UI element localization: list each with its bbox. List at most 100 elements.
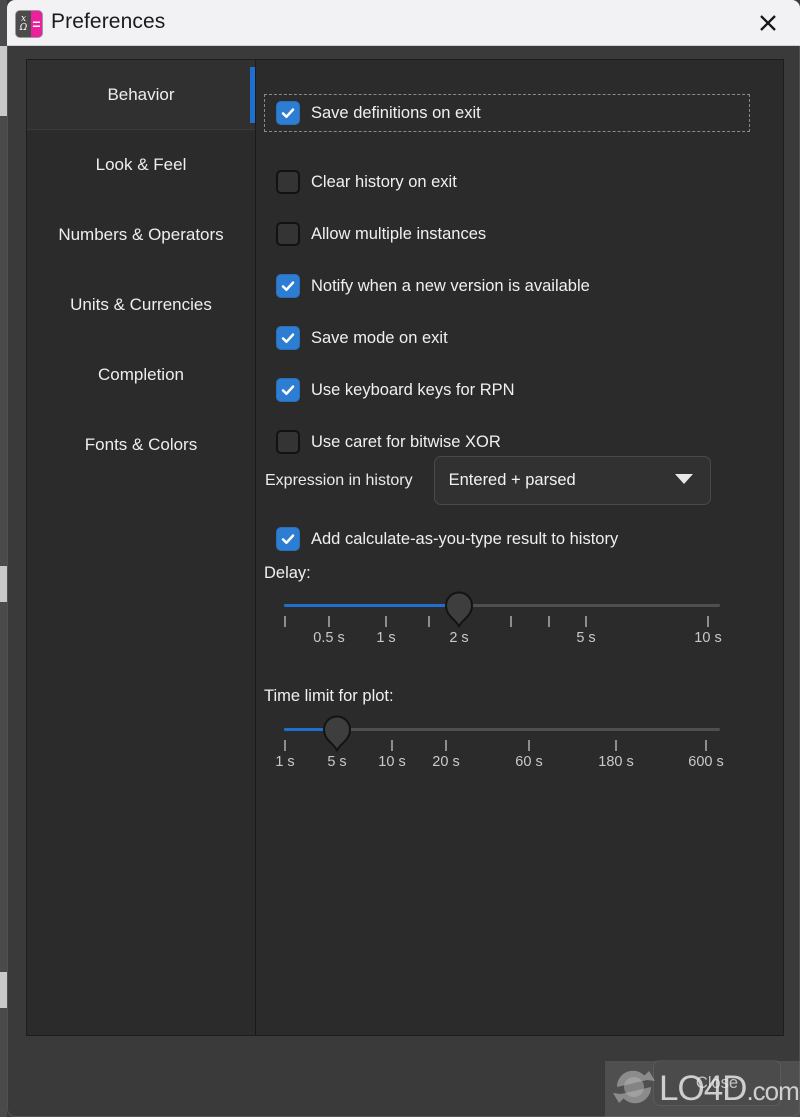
checkbox-row-save-mode-on-exit[interactable]: Save mode on exit	[276, 321, 448, 355]
sidebar-item-label: Fonts & Colors	[84, 434, 198, 454]
delay-slider-tick	[328, 616, 330, 627]
checkbox-row-notify-new-version[interactable]: Notify when a new version is available	[276, 269, 590, 303]
sidebar-item-numbers-and-operators[interactable]: Numbers & Operators	[27, 200, 255, 270]
window-title: Preferences	[51, 10, 166, 33]
sidebar-item-label: Numbers & Operators	[58, 224, 224, 244]
plot-slider-tick	[705, 740, 707, 751]
plot-slider-tick	[284, 740, 286, 751]
slider-pin-icon	[444, 591, 474, 628]
plot-slider-tick	[391, 740, 393, 751]
checkbox-add-catt-result-to-history[interactable]	[276, 527, 300, 551]
checkbox-row-keyboard-keys-rpn[interactable]: Use keyboard keys for RPN	[276, 373, 515, 407]
sidebar-item-units-and-currencies[interactable]: Units & Currencies	[27, 270, 255, 340]
checkbox-label: Allow multiple instances	[311, 224, 487, 243]
plot-slider-tick-label: 10 s	[378, 754, 406, 770]
checkbox-label: Use caret for bitwise XOR	[311, 432, 501, 451]
chevron-down-icon	[674, 472, 694, 490]
checkbox-save-mode-on-exit[interactable]	[276, 326, 300, 350]
sidebar-item-fonts-and-colors[interactable]: Fonts & Colors	[27, 410, 255, 480]
checkmark-icon	[281, 534, 295, 545]
behavior-settings-content: Save definitions on exit Clear history o…	[256, 60, 783, 1035]
checkbox-label: Notify when a new version is available	[311, 276, 590, 295]
checkmark-icon	[281, 385, 295, 396]
plot-slider-tick-label: 60 s	[515, 754, 543, 770]
checkmark-icon	[281, 281, 295, 292]
plot-slider-tick	[445, 740, 447, 751]
delay-slider-tick-label: 2 s	[449, 630, 469, 646]
expression-in-history-select[interactable]: Entered + parsed	[433, 456, 711, 505]
delay-slider-tick	[510, 616, 512, 627]
delay-slider-handle[interactable]	[444, 590, 474, 628]
window-edge-notch	[0, 46, 7, 116]
delay-slider-track[interactable]	[284, 604, 720, 607]
delay-slider-tick-label: 5 s	[576, 630, 596, 646]
delay-slider-tick	[548, 616, 550, 627]
window-edge-notch	[0, 972, 7, 1008]
plot-slider-tick-label: 1 s	[275, 754, 295, 770]
checkbox-allow-multiple-instances[interactable]	[276, 222, 300, 246]
sidebar-item-look-and-feel[interactable]: Look & Feel	[27, 130, 255, 200]
window-edge-notch	[0, 566, 7, 602]
checkbox-label: Clear history on exit	[311, 172, 457, 191]
checkbox-label: Add calculate-as-you-type result to hist…	[311, 529, 619, 548]
plot-slider-tick-label: 5 s	[327, 754, 347, 770]
sidebar-item-label: Units & Currencies	[70, 294, 212, 314]
delay-slider-fill	[284, 604, 459, 607]
close-window-button[interactable]	[746, 6, 790, 40]
settings-sidebar: Behavior Look & Feel Numbers & Operators…	[27, 60, 256, 1035]
plot-time-limit-slider[interactable]: 1 s 5 s 10 s 20 s 60 s 180 s 600 s	[264, 715, 740, 792]
title-bar: x Ω = Preferences	[7, 0, 800, 46]
preferences-dialog: x Ω = Preferences Behavior Look & Feel N…	[0, 0, 800, 1117]
delay-slider[interactable]: 0.5 s 1 s 2 s 5 s 10 s	[264, 591, 740, 668]
close-icon	[760, 15, 776, 31]
checkbox-notify-new-version[interactable]	[276, 274, 300, 298]
delay-slider-title: Delay:	[264, 564, 311, 582]
delay-slider-tick	[585, 616, 587, 627]
checkbox-row-save-definitions-on-exit[interactable]: Save definitions on exit	[264, 94, 750, 132]
expression-in-history-row: Expression in history Entered + parsed	[265, 456, 752, 505]
checkbox-caret-bitwise-xor[interactable]	[276, 430, 300, 454]
plot-slider-tick-label: 20 s	[432, 754, 460, 770]
checkbox-label: Use keyboard keys for RPN	[311, 380, 515, 399]
app-icon-omega-glyph: Ω	[19, 23, 28, 33]
dialog-body: Behavior Look & Feel Numbers & Operators…	[7, 46, 800, 1117]
slider-pin-icon	[322, 715, 352, 752]
delay-slider-tick-label: 10 s	[694, 630, 722, 646]
checkbox-label: Save definitions on exit	[311, 103, 481, 122]
checkbox-row-clear-history-on-exit[interactable]: Clear history on exit	[276, 165, 457, 199]
sidebar-item-label: Look & Feel	[95, 154, 187, 174]
selected-tab-indicator	[250, 67, 255, 123]
delay-slider-tick	[428, 616, 430, 627]
plot-slider-tick	[615, 740, 617, 751]
sidebar-item-completion[interactable]: Completion	[27, 340, 255, 410]
plot-slider-title: Time limit for plot:	[264, 687, 394, 705]
sidebar-item-behavior[interactable]: Behavior	[27, 60, 255, 130]
settings-panel: Behavior Look & Feel Numbers & Operators…	[26, 59, 784, 1036]
plot-slider-handle[interactable]	[322, 714, 352, 752]
window-left-edge	[0, 0, 7, 1117]
delay-slider-tick	[385, 616, 387, 627]
checkmark-icon	[281, 333, 295, 344]
expression-in-history-value: Entered + parsed	[448, 471, 576, 489]
sidebar-item-label: Completion	[98, 364, 184, 384]
checkbox-row-allow-multiple-instances[interactable]: Allow multiple instances	[276, 217, 486, 251]
expression-in-history-label: Expression in history	[265, 471, 413, 489]
checkbox-row-add-catt-result-to-history[interactable]: Add calculate-as-you-type result to hist…	[276, 522, 618, 556]
checkbox-label: Save mode on exit	[311, 328, 448, 347]
checkbox-save-definitions-on-exit[interactable]	[276, 101, 300, 125]
delay-slider-tick-label: 0.5 s	[313, 630, 345, 646]
delay-slider-tick	[284, 616, 286, 627]
checkmark-icon	[281, 108, 295, 119]
checkbox-clear-history-on-exit[interactable]	[276, 170, 300, 194]
delay-slider-tick	[707, 616, 709, 627]
checkbox-row-caret-bitwise-xor[interactable]: Use caret for bitwise XOR	[276, 425, 501, 459]
plot-slider-tick	[528, 740, 530, 751]
plot-slider-tick-label: 600 s	[688, 754, 724, 770]
delay-slider-tick-label: 1 s	[376, 630, 396, 646]
close-button[interactable]: Close	[653, 1060, 781, 1106]
app-icon-symbols: x Ω	[16, 11, 31, 37]
sidebar-item-label: Behavior	[107, 84, 175, 104]
checkbox-keyboard-keys-rpn[interactable]	[276, 378, 300, 402]
app-icon: x Ω =	[15, 10, 43, 38]
app-icon-equals-glyph: =	[31, 11, 42, 37]
